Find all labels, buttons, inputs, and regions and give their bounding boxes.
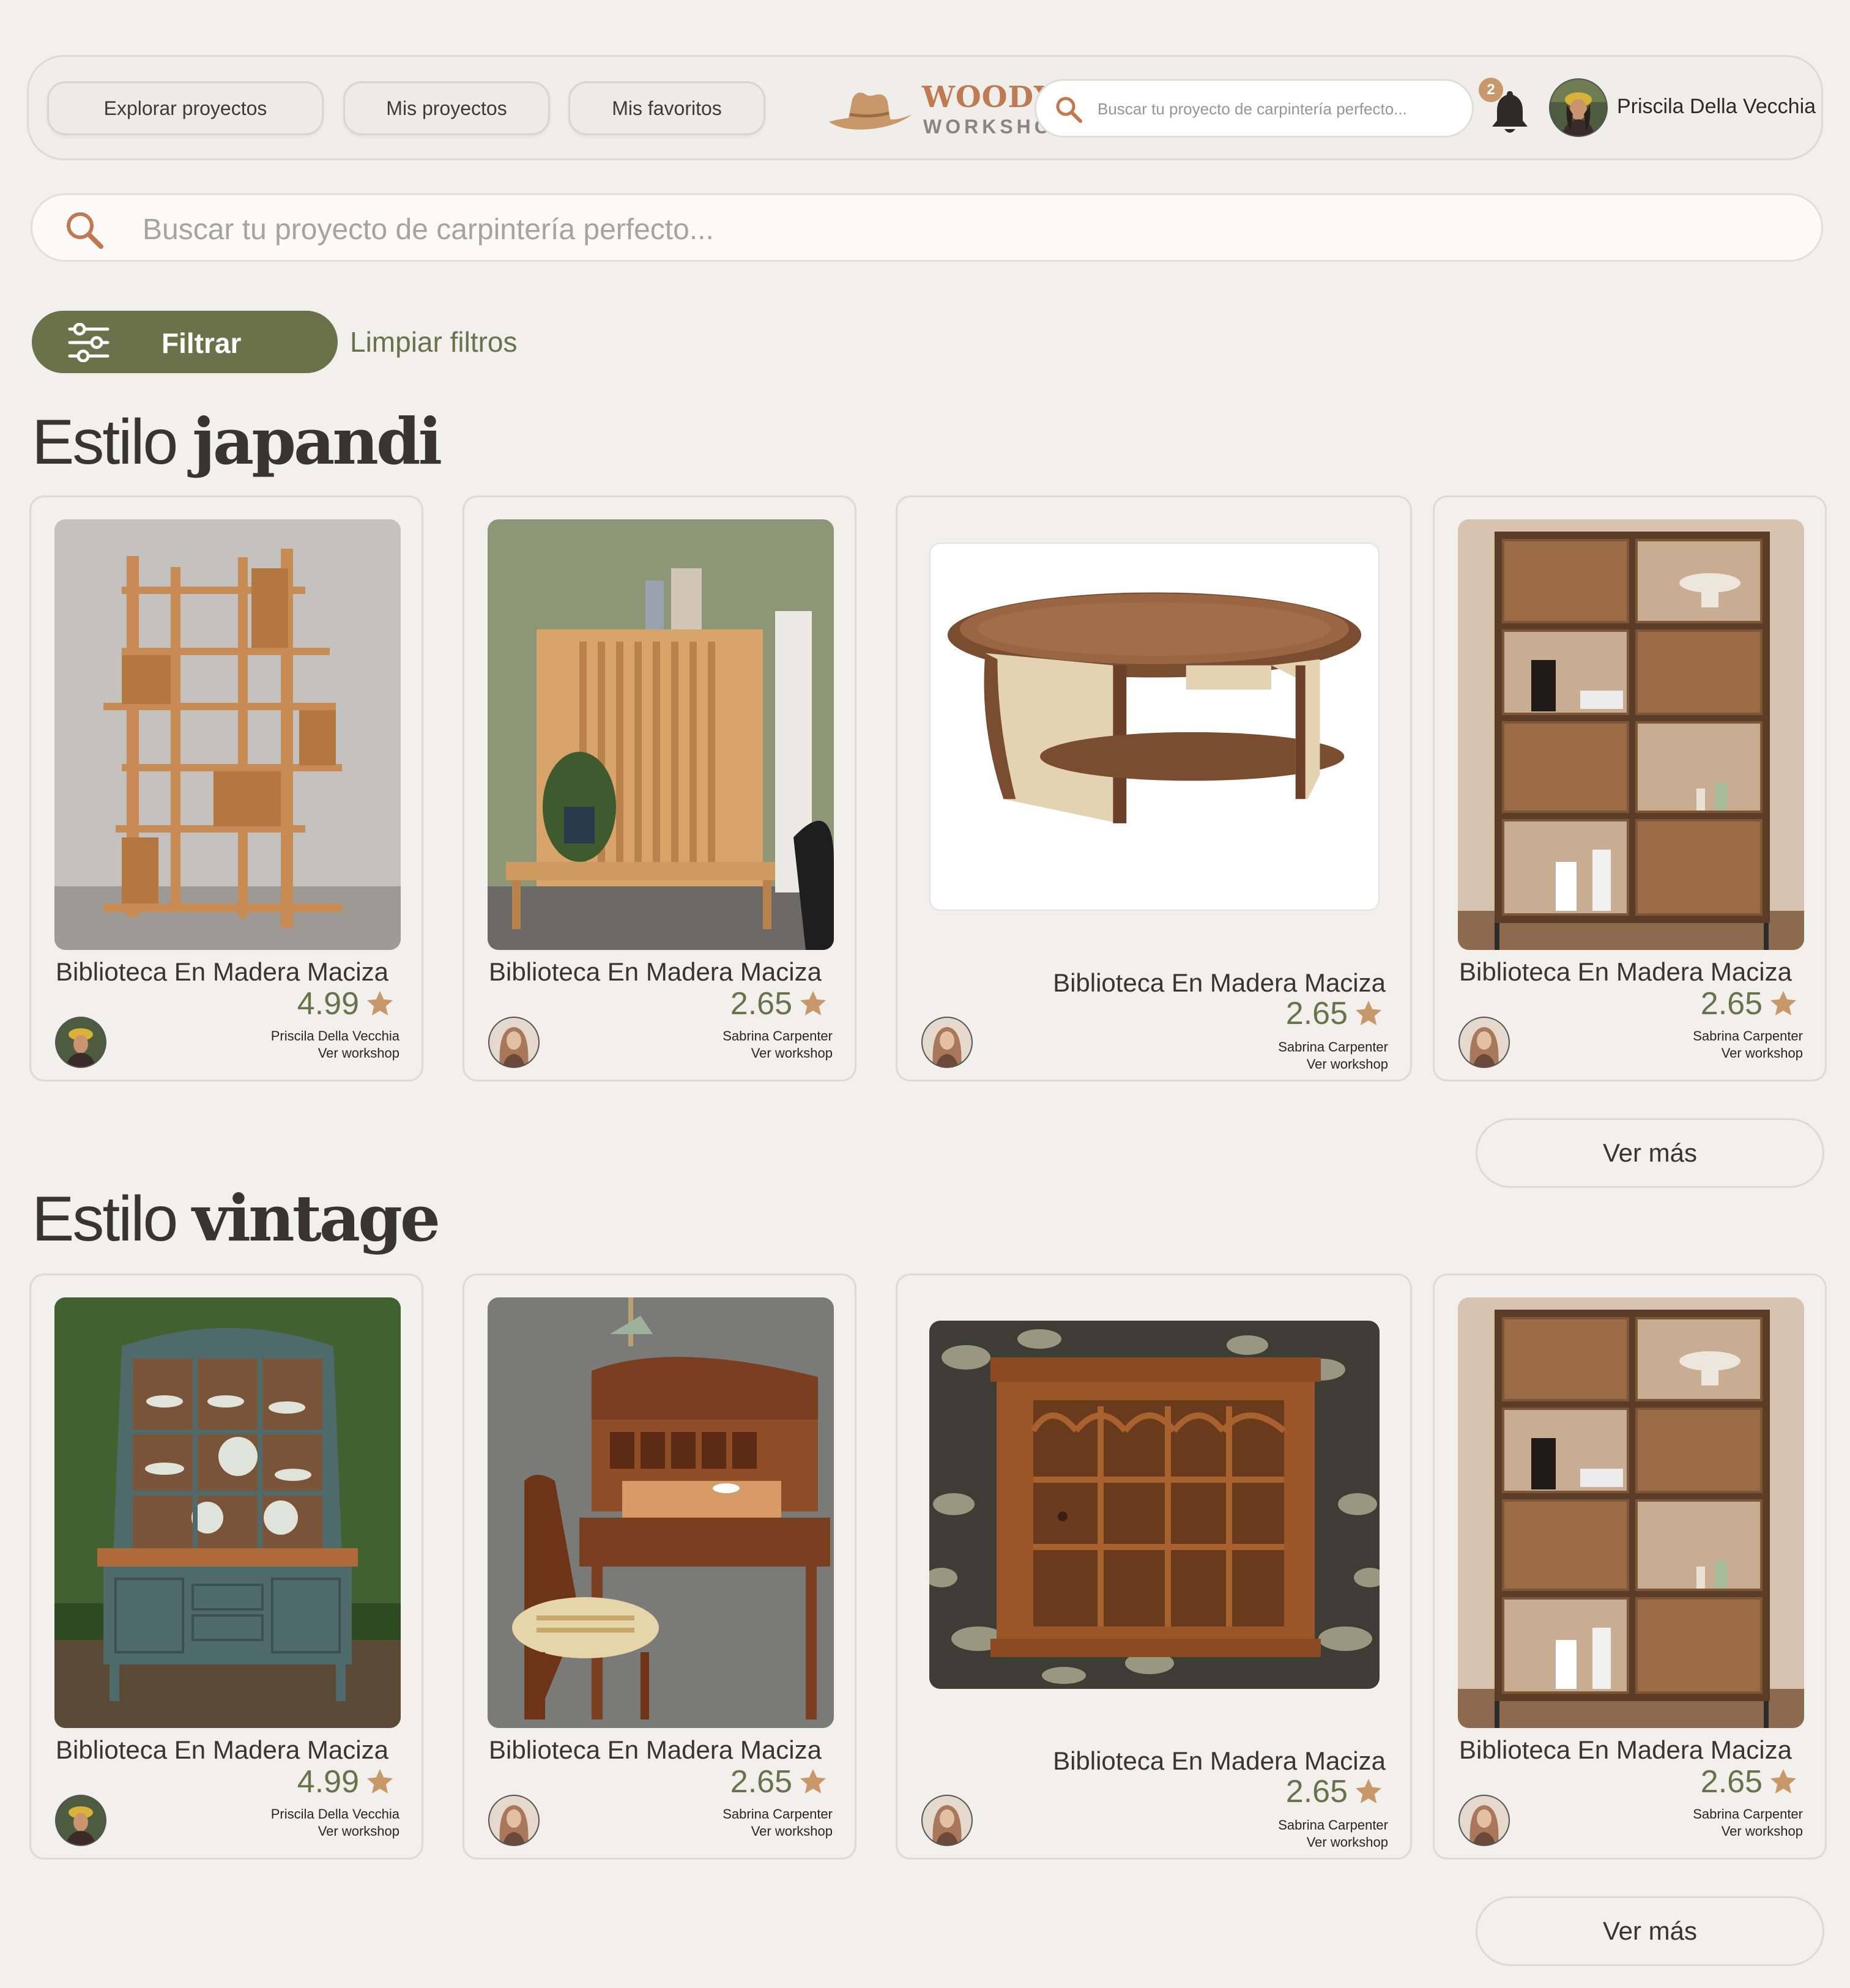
main-search-input[interactable] <box>143 211 1733 248</box>
rating-value: 2.65 <box>1285 996 1348 1031</box>
rating-value: 2.65 <box>1700 986 1763 1022</box>
author-avatar[interactable] <box>1458 1794 1510 1847</box>
project-title[interactable]: Biblioteca En Madera Maciza <box>489 957 822 987</box>
see-more-button[interactable]: Ver más <box>1476 1118 1824 1188</box>
workshop-link[interactable]: Ver workshop <box>751 1045 833 1061</box>
author-name[interactable]: Sabrina Carpenter <box>1693 1028 1803 1044</box>
workshop-link[interactable]: Ver workshop <box>1307 1834 1388 1850</box>
project-card[interactable]: Biblioteca En Madera Maciza 2.65 Sabrina… <box>896 1274 1412 1860</box>
project-title[interactable]: Biblioteca En Madera Maciza <box>489 1735 822 1765</box>
star-icon <box>367 1769 393 1793</box>
project-image-japandi-slatted-cabinet[interactable] <box>488 519 834 950</box>
user-name[interactable]: Priscila Della Vecchia <box>1617 95 1816 119</box>
rating-value: 4.99 <box>297 986 359 1022</box>
author-name[interactable]: Sabrina Carpenter <box>1278 1817 1388 1833</box>
section-title-japandi: Estilo japandi <box>32 404 442 479</box>
rating: 2.65 <box>1701 1764 1798 1800</box>
rating: 4.99 <box>297 1764 395 1800</box>
cowboy-hat-icon <box>829 92 912 130</box>
project-image-japandi-slatted-bookshelf[interactable] <box>54 519 401 950</box>
star-icon <box>800 1769 826 1793</box>
section-title-vintage: Estilo vintage <box>32 1181 440 1256</box>
project-card[interactable]: Biblioteca En Madera Maciza 2.65 Sabrina… <box>462 495 856 1081</box>
nav-my-projects-button[interactable]: Mis proyectos <box>343 81 550 135</box>
project-card[interactable]: Biblioteca En Madera Maciza 4.99 Priscil… <box>29 495 423 1081</box>
filter-label: Filtrar <box>162 327 242 359</box>
workshop-link[interactable]: Ver workshop <box>1722 1823 1803 1839</box>
project-image-walnut-bookcase[interactable] <box>1458 1297 1804 1728</box>
project-image-rolltop-desk[interactable] <box>488 1297 834 1728</box>
star-icon <box>800 991 826 1015</box>
rating-value: 4.99 <box>297 1764 359 1800</box>
see-more-button[interactable]: Ver más <box>1476 1896 1824 1966</box>
top-nav: Explorar proyectos Mis proyectos Mis fav… <box>27 55 1823 160</box>
section-title-plain: Estilo <box>32 1184 178 1255</box>
rating: 2.65 <box>730 985 828 1022</box>
nav-search-box <box>1035 79 1474 138</box>
author-avatar[interactable] <box>921 1016 973 1069</box>
project-image-rattan-coffee-table[interactable] <box>929 543 1380 911</box>
star-icon <box>1356 1001 1381 1025</box>
user-avatar[interactable] <box>1548 78 1608 138</box>
rating-value: 2.65 <box>1700 1764 1763 1800</box>
workshop-link[interactable]: Ver workshop <box>1307 1056 1388 1072</box>
project-title[interactable]: Biblioteca En Madera Maciza <box>56 1735 388 1765</box>
rating: 2.65 <box>1701 985 1798 1022</box>
nav-explore-button[interactable]: Explorar proyectos <box>47 81 324 135</box>
main-search-box <box>31 193 1823 262</box>
project-card[interactable]: Biblioteca En Madera Maciza 2.65 Sabrina… <box>1433 1274 1827 1860</box>
sliders-icon <box>68 323 110 362</box>
workshop-link[interactable]: Ver workshop <box>1722 1045 1803 1061</box>
author-avatar[interactable] <box>1458 1016 1510 1069</box>
author-avatar[interactable] <box>488 1016 540 1069</box>
rating-value: 2.65 <box>730 986 792 1022</box>
search-icon[interactable] <box>63 209 106 251</box>
rating: 4.99 <box>297 985 395 1022</box>
section-title-em: vintage <box>192 1181 440 1256</box>
project-card[interactable]: Biblioteca En Madera Maciza 4.99 Priscil… <box>29 1274 423 1860</box>
author-avatar[interactable] <box>54 1794 107 1847</box>
star-icon <box>1356 1779 1381 1803</box>
project-image-blue-china-cabinet[interactable] <box>54 1297 401 1728</box>
section-title-em: japandi <box>192 404 442 479</box>
project-image-wall-curio-cabinet[interactable] <box>929 1321 1380 1689</box>
workshop-link[interactable]: Ver workshop <box>751 1823 833 1839</box>
author-avatar[interactable] <box>921 1794 973 1847</box>
section-title-plain: Estilo <box>32 407 178 478</box>
author-name[interactable]: Sabrina Carpenter <box>1278 1039 1388 1055</box>
workshop-link[interactable]: Ver workshop <box>318 1045 399 1061</box>
author-name[interactable]: Priscila Della Vecchia <box>271 1806 399 1822</box>
author-avatar[interactable] <box>54 1016 107 1069</box>
rating-value: 2.65 <box>1285 1774 1348 1809</box>
author-name[interactable]: Sabrina Carpenter <box>1693 1806 1803 1822</box>
rating: 2.65 <box>730 1764 828 1800</box>
author-avatar[interactable] <box>488 1794 540 1847</box>
search-icon[interactable] <box>1053 94 1084 125</box>
project-card[interactable]: Biblioteca En Madera Maciza 2.65 Sabrina… <box>462 1274 856 1860</box>
project-title[interactable]: Biblioteca En Madera Maciza <box>1459 957 1792 987</box>
star-icon <box>367 991 393 1015</box>
rating: 2.65 <box>1286 1773 1383 1810</box>
filter-button[interactable]: Filtrar <box>32 311 338 373</box>
clear-filters-link[interactable]: Limpiar filtros <box>350 325 518 358</box>
star-icon <box>1770 991 1796 1015</box>
author-name[interactable]: Sabrina Carpenter <box>723 1806 833 1822</box>
nav-search-input[interactable] <box>1098 93 1458 125</box>
project-card[interactable]: Biblioteca En Madera Maciza 2.65 Sabrina… <box>1433 495 1827 1081</box>
notification-badge: 2 <box>1479 78 1503 102</box>
workshop-link[interactable]: Ver workshop <box>318 1823 399 1839</box>
author-name[interactable]: Priscila Della Vecchia <box>271 1028 399 1044</box>
project-title[interactable]: Biblioteca En Madera Maciza <box>1053 968 1386 998</box>
brand-logo[interactable]: WOODY'S WORKSHOP <box>824 76 1087 144</box>
project-card[interactable]: Biblioteca En Madera Maciza 2.65 Sabrina… <box>896 495 1412 1081</box>
star-icon <box>1770 1769 1796 1793</box>
author-name[interactable]: Sabrina Carpenter <box>723 1028 833 1044</box>
nav-favorites-button[interactable]: Mis favoritos <box>568 81 765 135</box>
project-image-walnut-bookcase[interactable] <box>1458 519 1804 950</box>
project-title[interactable]: Biblioteca En Madera Maciza <box>56 957 388 987</box>
rating: 2.65 <box>1286 995 1383 1032</box>
project-title[interactable]: Biblioteca En Madera Maciza <box>1459 1735 1792 1765</box>
rating-value: 2.65 <box>730 1764 792 1800</box>
project-title[interactable]: Biblioteca En Madera Maciza <box>1053 1746 1386 1776</box>
